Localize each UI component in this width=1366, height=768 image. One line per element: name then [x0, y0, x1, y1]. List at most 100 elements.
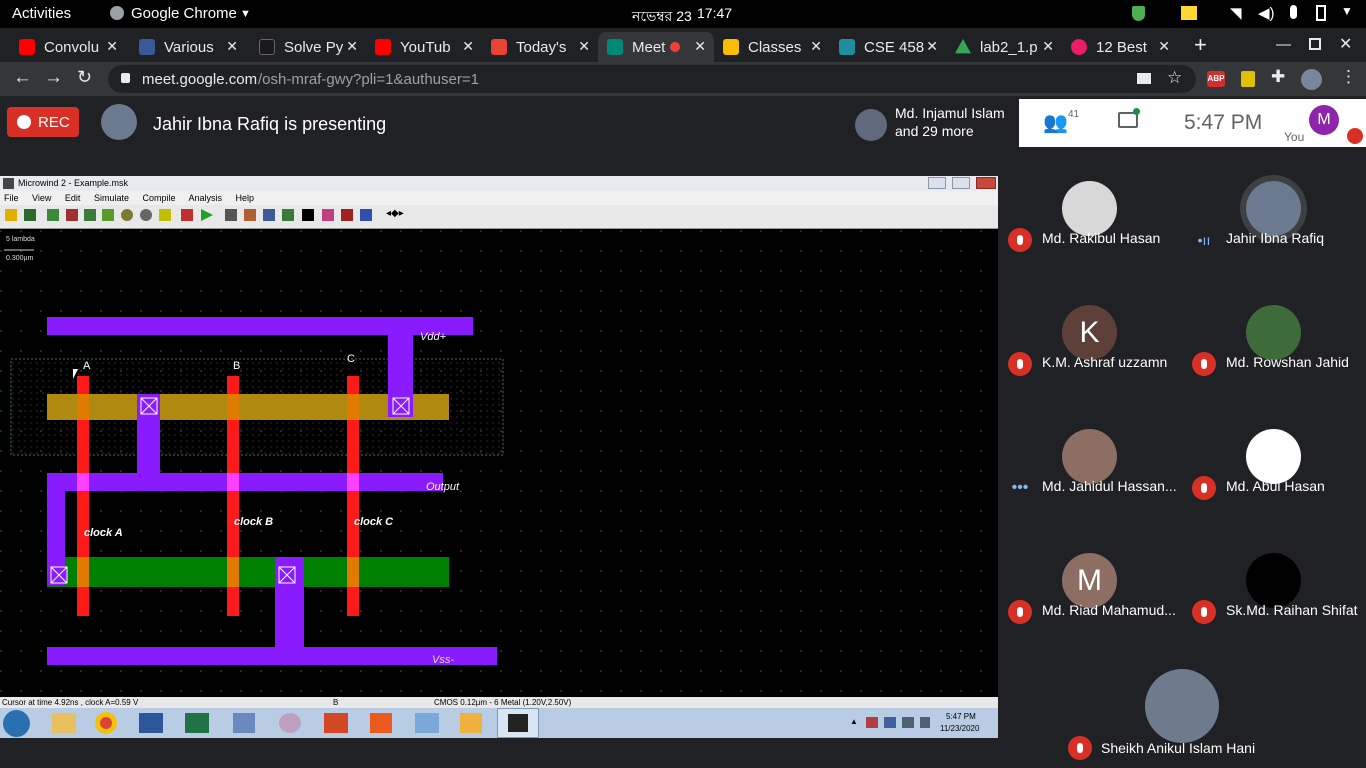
people-icon[interactable]: 👥	[1043, 110, 1068, 135]
tab-solve-python[interactable]: Solve Py ✕	[250, 32, 366, 62]
wifi-icon[interactable]: ◥	[1230, 4, 1242, 22]
close-tab-icon[interactable]: ✕	[694, 38, 706, 55]
forward-button[interactable]: →	[44, 67, 63, 89]
mos-generator-icon[interactable]	[263, 209, 275, 221]
participant-tile[interactable]: Md. Rakibul Hasan	[1000, 148, 1184, 258]
layer-palette-icon[interactable]	[360, 209, 372, 221]
menu-help[interactable]: Help	[236, 193, 255, 203]
tab-convolution[interactable]: Convolu ✕	[10, 32, 126, 62]
3d-view-icon[interactable]	[244, 209, 256, 221]
explorer-task-icon[interactable]	[52, 713, 76, 733]
win-minimize-button[interactable]	[928, 177, 946, 189]
minimize-window-button[interactable]: —	[1276, 36, 1291, 53]
chart-tool-icon[interactable]	[341, 209, 353, 221]
menu-edit[interactable]: Edit	[65, 193, 81, 203]
start-button[interactable]	[3, 710, 30, 737]
menu-analysis[interactable]: Analysis	[189, 193, 223, 203]
menu-file[interactable]: File	[4, 193, 19, 203]
tray-network-icon[interactable]	[902, 717, 914, 728]
compile-icon[interactable]	[282, 209, 294, 221]
notepad-task-icon[interactable]	[415, 713, 439, 733]
omnibox[interactable]: meet.google.com /osh-mraf-gwy?pli=1&auth…	[108, 65, 1196, 93]
activities-button[interactable]: Activities	[12, 5, 71, 22]
tab-classes[interactable]: Classes ✕	[714, 32, 830, 62]
participant-tile[interactable]: Sk.Md. Raihan Shifat	[1184, 520, 1366, 630]
tab-various[interactable]: Various ✕	[130, 32, 246, 62]
close-tab-icon[interactable]: ✕	[810, 38, 822, 55]
bookmark-star-icon[interactable]: ☆	[1167, 68, 1182, 88]
tab-cse-458[interactable]: CSE 458 ✕	[830, 32, 946, 62]
tab-gmail-today[interactable]: Today's ✕	[482, 32, 598, 62]
office-task-icon[interactable]	[370, 713, 392, 733]
participant-tile[interactable]: M Md. Riad Mahamud...	[1000, 520, 1184, 630]
copy-tool-icon[interactable]	[84, 209, 96, 221]
notes-icon[interactable]	[1181, 6, 1197, 20]
microphone-icon[interactable]	[1290, 5, 1297, 19]
close-tab-icon[interactable]: ✕	[578, 38, 590, 55]
paint-task-icon[interactable]	[279, 713, 301, 733]
close-tab-icon[interactable]: ✕	[1042, 38, 1054, 55]
win-clock-time[interactable]: 5:47 PM	[946, 712, 976, 721]
tab-lab2[interactable]: lab2_1.p ✕	[946, 32, 1062, 62]
self-avatar[interactable]: M	[1309, 105, 1339, 135]
participant-tile-bottom[interactable]: Sheikh Anikul Islam Hani	[1059, 644, 1305, 768]
profile-avatar[interactable]	[1301, 69, 1322, 90]
menu-compile[interactable]: Compile	[142, 193, 175, 203]
back-button[interactable]: ←	[13, 67, 32, 89]
win-restore-button[interactable]	[952, 177, 970, 189]
tray-flag-icon[interactable]	[866, 717, 878, 728]
app-menu[interactable]: Google Chrome	[131, 5, 237, 22]
extensions-puzzle-icon[interactable]: ✚	[1271, 67, 1285, 87]
system-menu-arrow-icon[interactable]: ▼	[1341, 4, 1353, 18]
media-task-icon[interactable]	[460, 713, 482, 733]
camera-permission-icon[interactable]	[1137, 73, 1151, 84]
close-window-button[interactable]: ✕	[1339, 34, 1352, 54]
navigate-arrows-icon[interactable]: ◂◆▸	[386, 208, 412, 220]
adblock-extension-icon[interactable]: ABP	[1207, 71, 1225, 87]
tray-volume-icon[interactable]	[920, 717, 930, 728]
extension-lock-icon[interactable]	[1241, 71, 1255, 87]
reload-button[interactable]: ↻	[77, 67, 92, 88]
volume-icon[interactable]: ◀)	[1258, 4, 1275, 22]
save-file-icon[interactable]	[24, 209, 36, 221]
zoom-in-icon[interactable]	[121, 209, 133, 221]
participant-tile[interactable]: K K.M. Ashraf uzzamn	[1000, 272, 1184, 382]
cut-tool-icon[interactable]	[66, 209, 78, 221]
maximize-window-button[interactable]	[1309, 38, 1321, 50]
draw-tool-icon[interactable]	[47, 209, 59, 221]
participant-tile[interactable]: •ıı Jahir Ibna Rafiq	[1184, 148, 1366, 258]
tab-meet-active[interactable]: Meet ✕	[598, 32, 714, 62]
excel-task-icon[interactable]	[185, 713, 209, 733]
cross-section-icon[interactable]	[225, 209, 237, 221]
win-close-button[interactable]	[976, 177, 996, 189]
clock-time[interactable]: 17:47	[697, 5, 732, 21]
participant-tile[interactable]: Md. Abul Hasan	[1184, 396, 1366, 506]
open-file-icon[interactable]	[5, 209, 17, 221]
tray-arrow-icon[interactable]: ▲	[850, 717, 858, 726]
clock-date[interactable]: নভেম্বর 23	[632, 5, 692, 29]
win-clock-date[interactable]: 11/23/2020	[940, 724, 979, 733]
calculator-task-icon[interactable]	[233, 713, 255, 733]
chrome-task-icon[interactable]	[95, 712, 117, 734]
chrome-menu-icon[interactable]: ⋮	[1340, 67, 1357, 87]
powerpoint-task-icon[interactable]	[324, 713, 348, 733]
shield-icon[interactable]	[1132, 6, 1145, 21]
close-tab-icon[interactable]: ✕	[926, 38, 938, 55]
close-tab-icon[interactable]: ✕	[226, 38, 238, 55]
word-task-icon[interactable]	[139, 713, 163, 733]
battery-icon[interactable]	[1316, 5, 1326, 21]
tab-youtube[interactable]: YouTub ✕	[366, 32, 482, 62]
view-all-icon[interactable]	[159, 209, 171, 221]
label-tool-icon[interactable]	[322, 209, 334, 221]
text-tool-icon[interactable]	[302, 209, 314, 221]
participant-tile[interactable]: ••• Md. Jahidul Hassan...	[1000, 396, 1184, 506]
close-tab-icon[interactable]: ✕	[462, 38, 474, 55]
layout-canvas[interactable]	[0, 230, 998, 696]
close-tab-icon[interactable]: ✕	[1158, 38, 1170, 55]
move-tool-icon[interactable]	[102, 209, 114, 221]
zoom-out-icon[interactable]	[140, 209, 152, 221]
close-tab-icon[interactable]: ✕	[106, 38, 118, 55]
menu-view[interactable]: View	[32, 193, 51, 203]
menu-simulate[interactable]: Simulate	[94, 193, 129, 203]
new-tab-button[interactable]: +	[1194, 32, 1207, 58]
